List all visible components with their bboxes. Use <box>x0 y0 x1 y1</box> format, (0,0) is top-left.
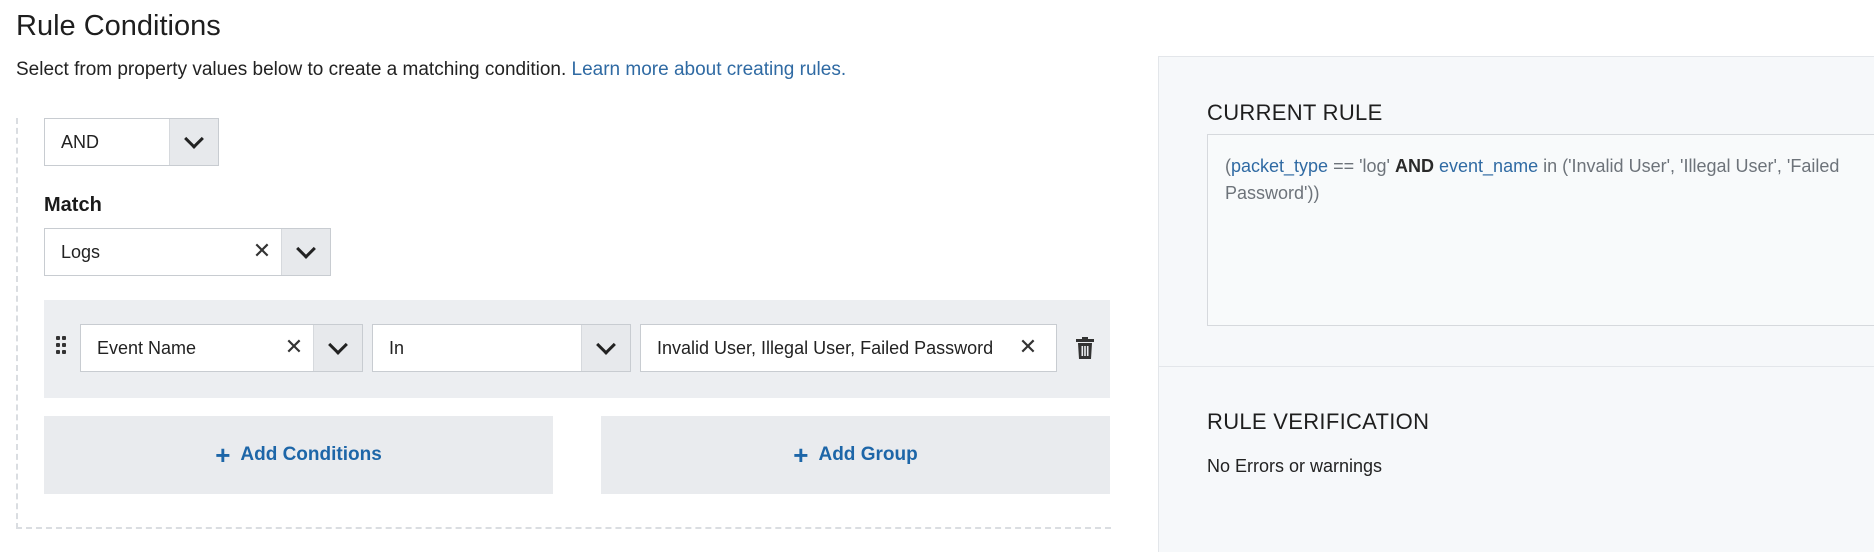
add-group-label: Add Group <box>818 444 918 465</box>
rule-token: == 'log' <box>1328 156 1395 176</box>
match-value: Logs <box>61 241 101 262</box>
condition-values-input[interactable]: Invalid User, Illegal User, Failed Passw… <box>640 324 1057 372</box>
chevron-down-icon[interactable] <box>581 325 630 371</box>
plus-icon: + <box>793 440 809 470</box>
learn-more-link[interactable]: Learn more about creating rules. <box>572 59 847 80</box>
drag-handle-icon[interactable] <box>56 336 68 356</box>
rule-verification-title: RULE VERIFICATION <box>1207 409 1430 434</box>
match-select[interactable]: Logs ✕ <box>44 228 331 276</box>
close-icon[interactable]: ✕ <box>1000 325 1056 371</box>
page-subtitle: Select from property values below to cre… <box>16 59 846 81</box>
plus-icon: + <box>215 440 231 470</box>
condition-values-value: Invalid User, Illegal User, Failed Passw… <box>657 337 994 358</box>
rule-operator-token: AND <box>1395 156 1434 176</box>
rule-field-token: event_name <box>1439 156 1539 176</box>
rule-field-token: packet_type <box>1231 156 1329 176</box>
page-title: Rule Conditions <box>16 10 221 42</box>
condition-operator-value: In <box>389 337 405 358</box>
add-group-button[interactable]: + Add Group <box>601 416 1110 494</box>
group-operator-value: AND <box>61 131 100 152</box>
verification-message: No Errors or warnings <box>1207 456 1383 476</box>
chevron-down-icon[interactable] <box>169 119 218 165</box>
close-icon[interactable]: ✕ <box>275 325 313 371</box>
add-conditions-button[interactable]: + Add Conditions <box>44 416 553 494</box>
match-label: Match <box>44 194 102 216</box>
chevron-down-icon[interactable] <box>281 229 330 275</box>
condition-operator-select[interactable]: In <box>372 324 631 372</box>
add-conditions-label: Add Conditions <box>240 444 382 465</box>
subtitle-text: Select from property values below to cre… <box>16 59 567 80</box>
panel-divider <box>1158 366 1874 367</box>
current-rule-box: (packet_type == 'log' AND event_name in … <box>1207 134 1874 326</box>
close-icon[interactable]: ✕ <box>243 229 281 275</box>
group-operator-select[interactable]: AND <box>44 118 219 166</box>
chevron-down-icon[interactable] <box>313 325 362 371</box>
condition-field-value: Event Name <box>97 337 197 358</box>
condition-field-select[interactable]: Event Name ✕ <box>80 324 363 372</box>
current-rule-title: CURRENT RULE <box>1207 100 1383 125</box>
trash-icon[interactable] <box>1076 337 1094 359</box>
